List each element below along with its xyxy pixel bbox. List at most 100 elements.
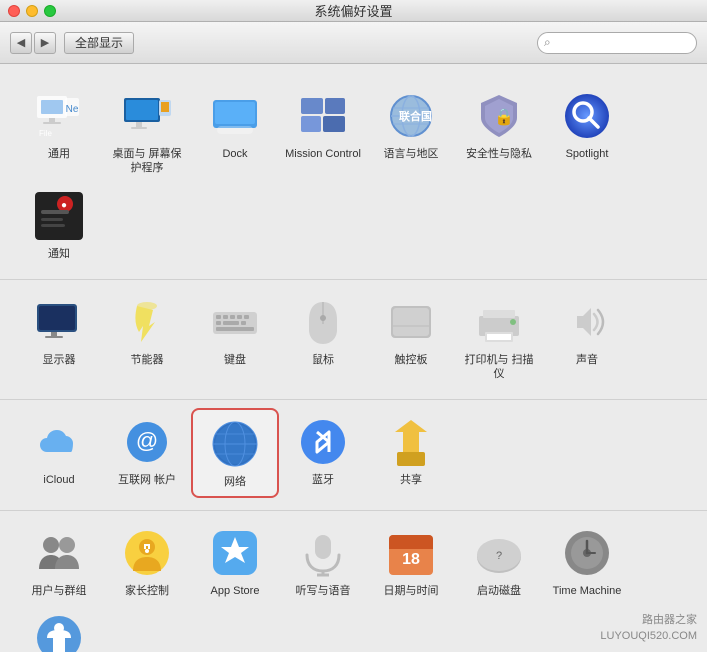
icon-item-icloud[interactable]: iCloud (15, 408, 103, 497)
icon-label-users: 用户与群组 (32, 584, 87, 598)
section-hardware: 显示器 节能器 键盘 鼠标 触控板 打 (0, 280, 707, 401)
icon-access (33, 612, 85, 652)
icon-item-bluetooth[interactable]: 蓝牙 (279, 408, 367, 497)
icon-mission (297, 90, 349, 142)
main-content: Ne File 通用 桌面与 屏幕保护程序 Dock Mission Contr… (0, 64, 707, 652)
icon-item-parental[interactable]: 家长控制 (103, 519, 191, 604)
svg-text:18: 18 (402, 551, 420, 568)
icon-label-sound: 声音 (576, 353, 598, 367)
icon-item-timemachine[interactable]: Time Machine (543, 519, 631, 604)
icon-internet: @ (121, 416, 173, 468)
icon-parental (121, 527, 173, 579)
section-internet: iCloud @ 互联网 帐户 网络 蓝牙 共享 (0, 400, 707, 510)
icon-label-dictation: 听写与语音 (296, 584, 351, 598)
icon-display (33, 296, 85, 348)
icon-item-startup[interactable]: ? 启动磁盘 (455, 519, 543, 604)
icon-label-timemachine: Time Machine (553, 584, 622, 598)
search-icon: ⌕ (544, 35, 551, 50)
svg-text:Ne: Ne (66, 104, 79, 115)
icon-item-general[interactable]: Ne File 通用 (15, 82, 103, 182)
icon-item-notify[interactable]: ● 通知 (15, 182, 103, 267)
icon-item-appstore[interactable]: App Store (191, 519, 279, 604)
search-input[interactable] (537, 32, 697, 54)
icon-item-dictation[interactable]: 听写与语音 (279, 519, 367, 604)
icon-label-keyboard: 键盘 (224, 353, 246, 367)
icon-spotlight (561, 90, 613, 142)
icon-item-network[interactable]: 网络 (191, 408, 279, 497)
icon-label-startup: 启动磁盘 (477, 584, 521, 598)
icon-general: Ne File (33, 90, 85, 142)
icon-network (209, 418, 261, 470)
icon-icloud (33, 416, 85, 468)
icon-dock (209, 90, 261, 142)
icon-item-desktop[interactable]: 桌面与 屏幕保护程序 (103, 82, 191, 182)
svg-text:🔒: 🔒 (494, 108, 514, 126)
icon-bluetooth (297, 416, 349, 468)
icon-item-sharing[interactable]: 共享 (367, 408, 455, 497)
icon-item-spotlight[interactable]: Spotlight (543, 82, 631, 182)
icon-label-bluetooth: 蓝牙 (312, 473, 334, 487)
icon-item-mission[interactable]: Mission Control (279, 82, 367, 182)
search-wrapper: ⌕ (537, 32, 697, 54)
icon-security: 🔒 (473, 90, 525, 142)
icon-label-desktop: 桌面与 屏幕保护程序 (107, 147, 187, 176)
icon-item-trackpad[interactable]: 触控板 (367, 288, 455, 388)
icon-appstore (209, 527, 261, 579)
icon-datetime: 18 (385, 527, 437, 579)
titlebar: 系统偏好设置 (0, 0, 707, 22)
watermark-line1: 路由器之家 (600, 613, 697, 628)
toolbar: ◀ ▶ 全部显示 ⌕ (0, 22, 707, 64)
icon-grid-system: 用户与群组 家长控制 App Store 听写与语音 18 日期与时间 ? 启动… (15, 519, 692, 652)
icon-energy (121, 296, 173, 348)
icon-label-parental: 家长控制 (125, 584, 169, 598)
maximize-button[interactable] (44, 5, 56, 17)
icon-printer (473, 296, 525, 348)
icon-item-sound[interactable]: 声音 (543, 288, 631, 388)
forward-button[interactable]: ▶ (34, 32, 56, 54)
watermark: 路由器之家 LUYOUQI520.COM (600, 613, 697, 644)
icon-label-dock: Dock (222, 147, 247, 161)
icon-item-security[interactable]: 🔒 安全性与隐私 (455, 82, 543, 182)
icon-label-notify: 通知 (48, 247, 70, 261)
icon-item-mouse[interactable]: 鼠标 (279, 288, 367, 388)
icon-label-printer: 打印机与 扫描仪 (459, 353, 539, 382)
show-all-button[interactable]: 全部显示 (64, 32, 134, 54)
icon-item-energy[interactable]: 节能器 (103, 288, 191, 388)
icon-label-appstore: App Store (211, 584, 260, 598)
icon-label-icloud: iCloud (43, 473, 74, 487)
icon-trackpad (385, 296, 437, 348)
icon-users (33, 527, 85, 579)
icon-label-mouse: 鼠标 (312, 353, 334, 367)
watermark-line2: LUYOUQI520.COM (600, 629, 697, 644)
icon-grid-personal: Ne File 通用 桌面与 屏幕保护程序 Dock Mission Contr… (15, 82, 692, 267)
icon-keyboard (209, 296, 261, 348)
icon-label-display: 显示器 (43, 353, 76, 367)
icon-item-keyboard[interactable]: 键盘 (191, 288, 279, 388)
icon-label-security: 安全性与隐私 (466, 147, 532, 161)
icon-item-users[interactable]: 用户与群组 (15, 519, 103, 604)
icon-sharing (385, 416, 437, 468)
icon-item-internet[interactable]: @ 互联网 帐户 (103, 408, 191, 497)
icon-item-display[interactable]: 显示器 (15, 288, 103, 388)
window-controls (8, 5, 56, 17)
icon-item-datetime[interactable]: 18 日期与时间 (367, 519, 455, 604)
icon-label-datetime: 日期与时间 (384, 584, 439, 598)
icon-item-dock[interactable]: Dock (191, 82, 279, 182)
close-button[interactable] (8, 5, 20, 17)
svg-text:@: @ (136, 428, 158, 453)
icon-item-access[interactable]: 辅助功能 (15, 604, 103, 652)
icon-label-general: 通用 (48, 147, 70, 161)
nav-buttons: ◀ ▶ (10, 32, 56, 54)
svg-text:?: ? (496, 550, 502, 562)
window-title: 系统偏好设置 (314, 1, 392, 20)
icon-label-mission: Mission Control (285, 147, 361, 161)
icon-label-energy: 节能器 (131, 353, 164, 367)
icon-label-sharing: 共享 (400, 473, 422, 487)
icon-lang: 联合国 (385, 90, 437, 142)
icon-label-trackpad: 触控板 (395, 353, 428, 367)
minimize-button[interactable] (26, 5, 38, 17)
icon-label-lang: 语言与地区 (384, 147, 439, 161)
icon-item-lang[interactable]: 联合国 语言与地区 (367, 82, 455, 182)
back-button[interactable]: ◀ (10, 32, 32, 54)
icon-item-printer[interactable]: 打印机与 扫描仪 (455, 288, 543, 388)
